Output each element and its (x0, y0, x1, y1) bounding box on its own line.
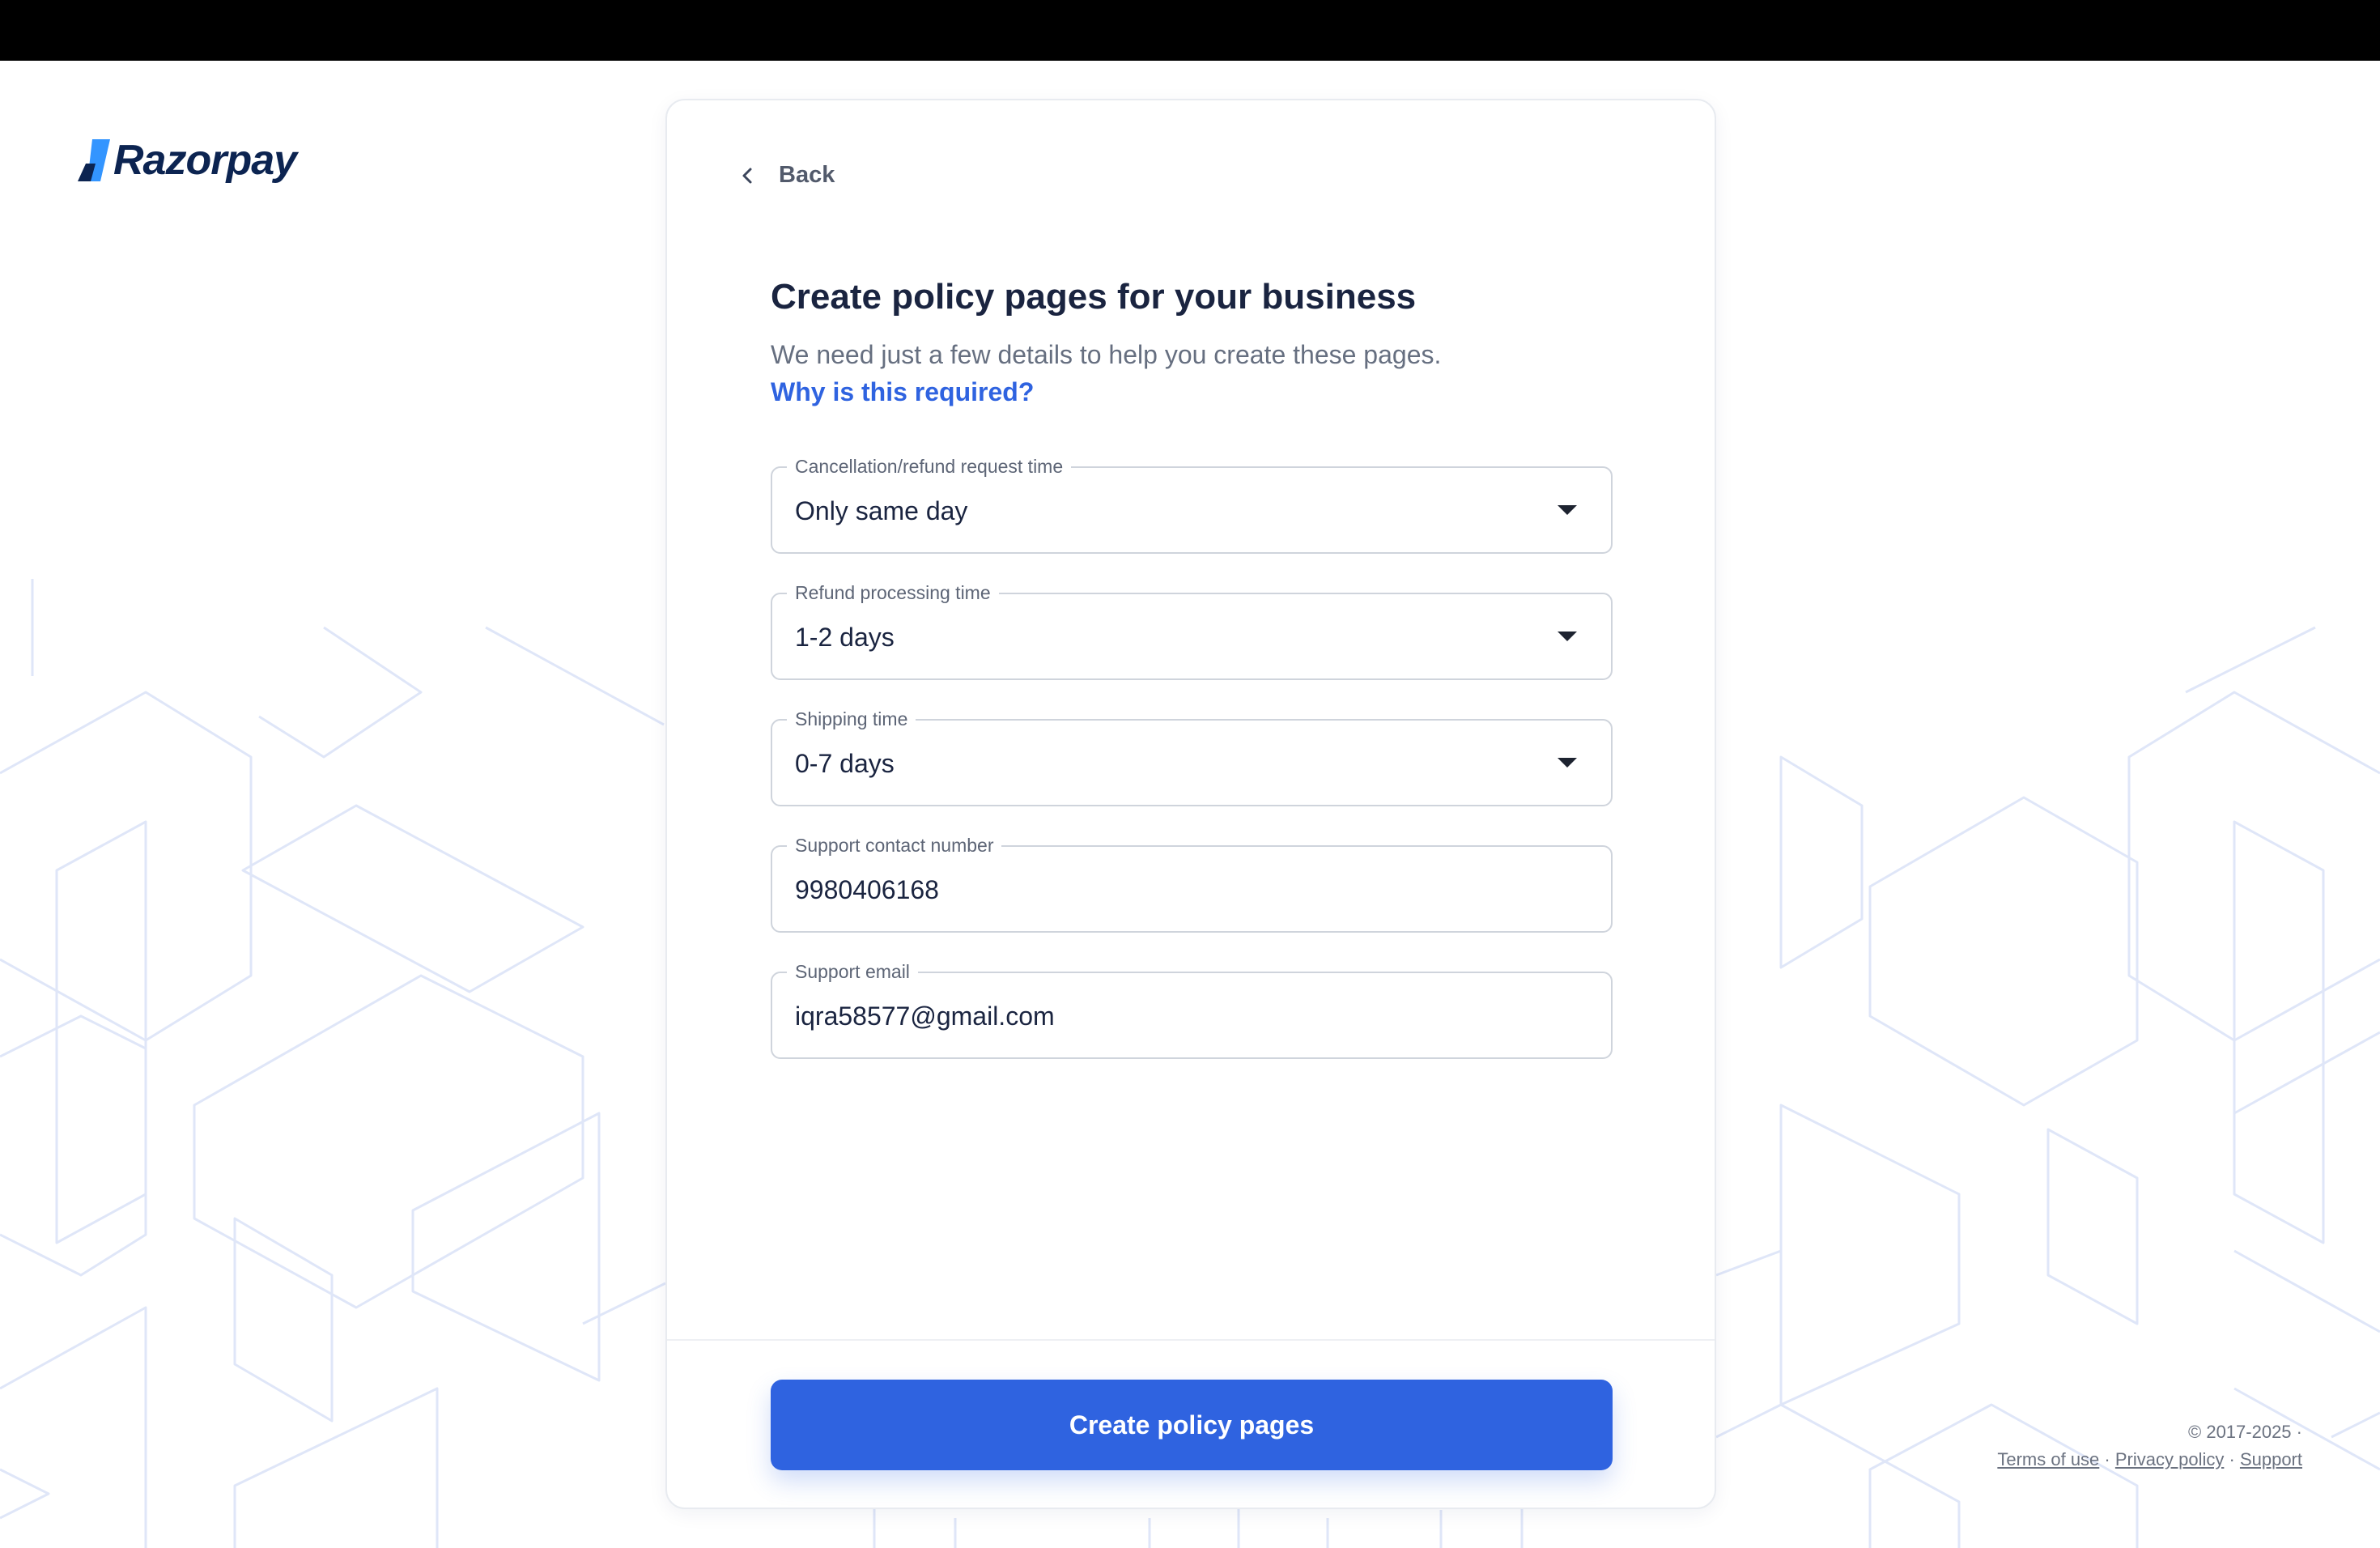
brand-name: Razorpay (113, 137, 297, 184)
why-required-link[interactable]: Why is this required? (771, 377, 1034, 407)
back-button[interactable]: Back (738, 162, 835, 189)
field-label: Support email (787, 960, 918, 983)
field-value: Only same day (795, 496, 968, 525)
shipping-time-select[interactable]: Shipping time 0-7 days (771, 708, 1613, 806)
page-title: Create policy pages for your business (771, 277, 1417, 317)
caret-down-icon (1558, 505, 1577, 515)
policy-form-card: Back Create policy pages for your busine… (665, 99, 1716, 1509)
top-bar (0, 0, 2380, 61)
field-value: 1-2 days (795, 623, 895, 652)
page-subtitle: We need just a few details to help you c… (771, 340, 1442, 369)
card-footer-divider (667, 1339, 1715, 1341)
field-value: 0-7 days (795, 749, 895, 778)
separator: · (2104, 1449, 2110, 1469)
copyright: © 2017-2025 · (2188, 1422, 2302, 1442)
field-value[interactable]: 9980406168 (795, 874, 939, 905)
caret-down-icon (1558, 632, 1577, 641)
chevron-left-icon (742, 168, 752, 183)
field-value[interactable]: iqra58577@gmail.com (795, 1001, 1055, 1031)
field-label: Shipping time (787, 708, 916, 730)
field-label: Refund processing time (787, 581, 999, 604)
back-label: Back (779, 162, 835, 188)
support-email-field[interactable]: Support email iqra58577@gmail.com (771, 960, 1613, 1059)
refund-processing-time-select[interactable]: Refund processing time 1-2 days (771, 581, 1613, 680)
support-link[interactable]: Support (2240, 1449, 2302, 1469)
privacy-policy-link[interactable]: Privacy policy (2115, 1449, 2224, 1469)
legal-links: Terms of use · Privacy policy · Support (1997, 1446, 2302, 1474)
field-label: Cancellation/refund request time (787, 455, 1072, 478)
refund-request-time-select[interactable]: Cancellation/refund request time Only sa… (771, 455, 1613, 554)
terms-of-use-link[interactable]: Terms of use (1997, 1449, 2099, 1469)
support-contact-number-field[interactable]: Support contact number 9980406168 (771, 834, 1613, 933)
field-label: Support contact number (787, 834, 1002, 857)
razorpay-mark-icon (78, 139, 110, 181)
caret-down-icon (1558, 758, 1577, 768)
razorpay-logo[interactable]: Razorpay (78, 136, 297, 185)
create-policy-pages-button[interactable]: Create policy pages (771, 1380, 1613, 1470)
separator: · (2229, 1449, 2235, 1469)
legal-footer: © 2017-2025 · Terms of use · Privacy pol… (1997, 1418, 2302, 1474)
